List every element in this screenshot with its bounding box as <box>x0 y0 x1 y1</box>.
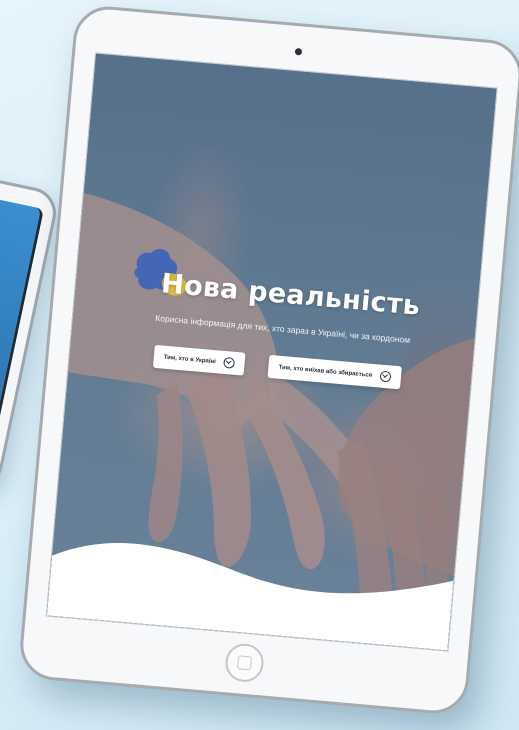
camera-dot <box>294 47 303 56</box>
home-button[interactable] <box>223 642 266 684</box>
phone-screen <box>0 177 45 472</box>
home-button-square-icon <box>236 655 253 671</box>
tablet-screen: Нова реальність Корисна інформація для т… <box>45 52 498 652</box>
arrow-down-circle-icon <box>223 356 236 369</box>
arrow-down-circle-icon <box>379 370 392 383</box>
in-ukraine-button-label: Тим, хто в Україні <box>163 354 217 365</box>
left-ukraine-button-label: Тим, хто виїхав або збирається <box>278 364 373 379</box>
tablet-device: Нова реальність Корисна інформація для т… <box>17 3 519 717</box>
